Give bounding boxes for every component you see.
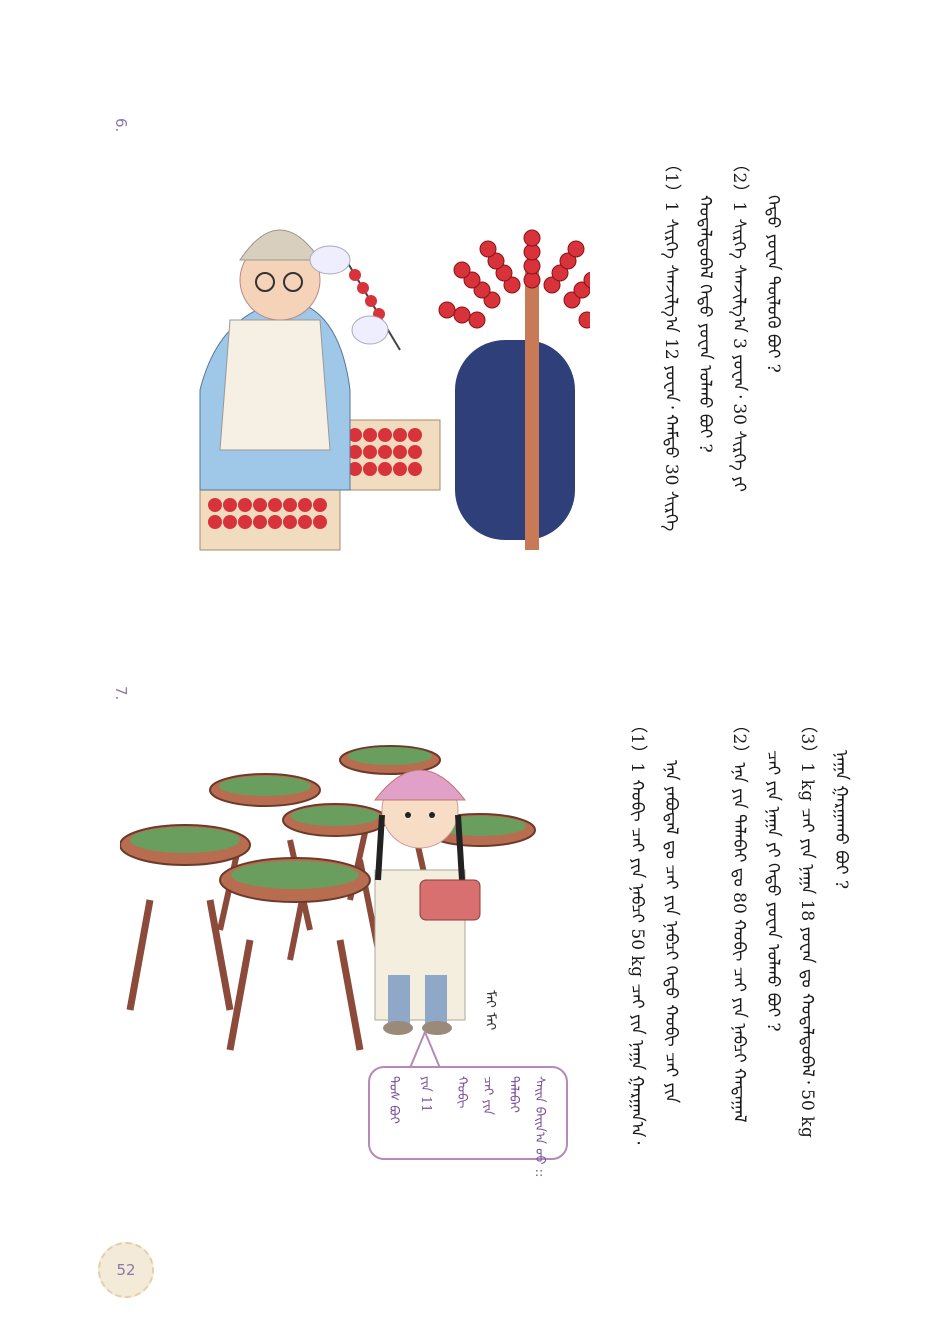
problem-6-number: 6. <box>112 118 130 133</box>
problem-7-q3-line2: ᠴᠠᠢ ᠶᠢᠨ ᠨᠠᠭᠠ ᠶᠢ ᠬᠡᠳᠦ ᠶᠤᠸᠠᠨ ᠣᠯᠬᠤ ᠪᠤᠢ ? <box>763 750 783 1032</box>
candied-haws-illustration <box>199 229 590 551</box>
problem-7-q3-line1: （3）1 kg ᠴᠠᠢ ᠶᠢᠨ ᠨᠠᠭᠠ 18 ᠶᠤᠸᠠᠨ ᠳᠤ ᠬᠤᠳᠠᠯᠳᠤ… <box>797 716 817 1139</box>
problem-7-q2-line1: （2）ᠡᠨᠡ ᠶᠢᠨ ᠲᠠᠯᠠᠪᠠᠢ ᠳᠤ 80 ᠬᠤᠪᠢ ᠴᠠᠢ ᠶᠢᠨ ᠨᠠ… <box>729 716 749 1123</box>
problem-7-q1-line1: （1）1 ᠬᠤᠪᠢ ᠴᠠᠢ ᠶᠢᠨ ᠨᠠᠪᠴᠢ 50 kg ᠴᠠᠢ ᠶᠢᠨ ᠨᠠ… <box>627 716 647 1145</box>
candy-tray-2 <box>199 489 341 551</box>
problem-7-q1-line2: ᠡᠨᠡ ᠶᠠᠪᠤᠳᠠᠯ ᠳᠤ ᠴᠠᠢ ᠶᠢᠨ ᠨᠠᠪᠴᠢ ᠬᠡᠳᠦ ᠬᠤᠪᠢ ᠴ… <box>661 760 681 1104</box>
tea-drying-illustration <box>120 745 536 1051</box>
bubble-line: ᠰᠠᠢᠨ ᠪᠠᠢᠨ᠎ᠠ ᠦᠦ :: <box>532 1076 547 1178</box>
bubble-line: ᠬᠤᠪᠢ <box>454 1076 469 1109</box>
problem-6-q-tail: ᠬᠡᠳᠦ ᠶᠤᠸᠠᠨ ᠲᠥᠯᠥᠬᠦ ᠪᠤᠢ ? <box>763 195 783 373</box>
bubble-line: ᠶᠢᠨ 11 <box>418 1076 433 1113</box>
stand-base <box>455 340 575 540</box>
display-pole <box>525 270 539 550</box>
bubble-line: ᠲᠠᠯᠠᠪᠠᠢ <box>506 1076 521 1113</box>
candy-branches <box>438 229 590 329</box>
girl-figure <box>373 769 481 1035</box>
speech-bubble: ᠰᠠᠢᠨ ᠪᠠᠢᠨ᠎ᠠ ᠦᠦ :: ᠲᠠᠯᠠᠪᠠᠢ ᠴᠠᠢ ᠶᠢᠨ ᠬᠤᠪᠢ ᠶ… <box>368 1066 568 1177</box>
problem-6-q2-line2: ᠬᠤᠳᠠᠯᠳᠤᠪᠠᠯ ᠬᠡᠳᠦ ᠶᠤᠸᠠᠨ ᠣᠯᠬᠤ ᠪᠤᠢ ? <box>695 195 715 453</box>
bubble-line: ᠴᠠᠢ ᠶᠢᠨ <box>480 1076 495 1116</box>
problem-6-q2-line1: （2）1 ᠰᠢᠷᠬᠡ ᠰᠠᠨᠵᠢᠯᠭ᠎ᠠ 3 ᠶᠤᠸᠠᠨ᠂ 30 ᠰᠢᠷᠬᠡ ᠶ… <box>729 155 749 492</box>
illustrator-signature: ᠮᠡᠢ ᠮᠡᠢ <box>482 990 498 1031</box>
bubble-line: ᠲᠤᠰ ᠪᠤᠢ <box>386 1076 401 1124</box>
problem-7-number: 7. <box>112 686 130 701</box>
problem-7-q1-line3: ᠨᠠᠭᠠ ᠭᠠᠷᠭᠠᠬᠤ ᠪᠤᠢ ? <box>831 750 851 890</box>
tea-tray-4 <box>120 824 251 1011</box>
page-number: 52 <box>98 1242 154 1298</box>
tea-tray-5 <box>219 857 371 1051</box>
speech-bubble-tail <box>409 1030 441 1069</box>
problem-6-q1-line1: （1）1 ᠰᠢᠷᠬᠡ ᠰᠠᠨᠵᠢᠯᠭ᠎ᠠ 12 ᠶᠤᠸᠠᠨ᠂ ᠬᠠᠮᠲᠤ 30 … <box>661 155 681 532</box>
